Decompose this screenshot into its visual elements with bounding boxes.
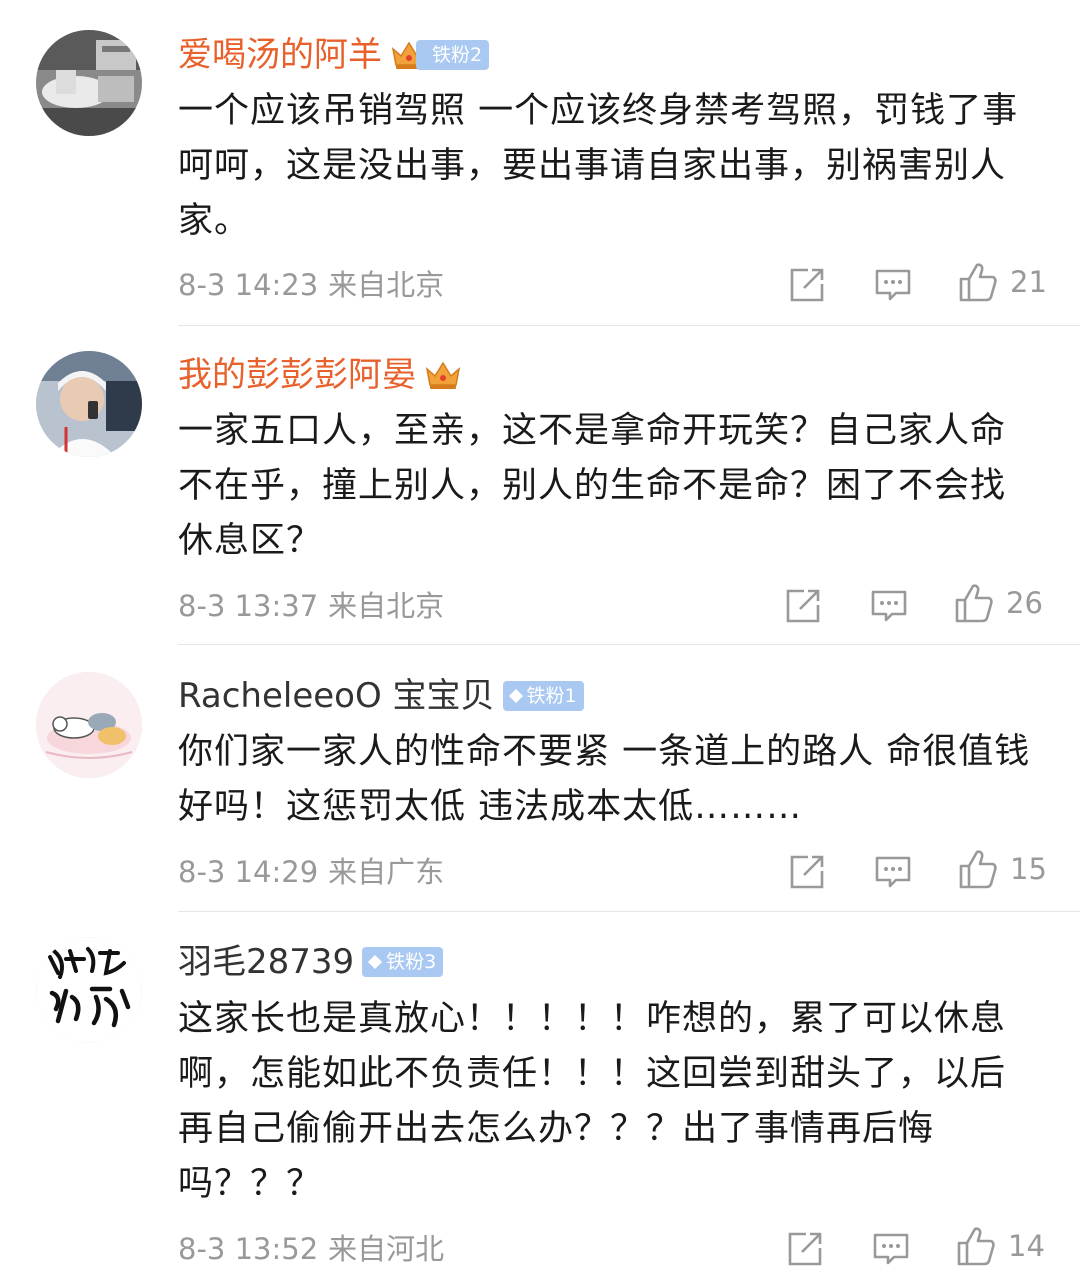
diamond-icon (508, 688, 524, 704)
comment-time: 8-3 13:37 (178, 589, 319, 623)
avatar-sleeping-cats-icon (36, 672, 142, 778)
avatar[interactable] (36, 30, 142, 136)
comment-item: RacheleeoO 宝宝贝 铁粉1 你们家一家人的性命不要紧 一条道上的路人 … (0, 645, 1080, 911)
like-button[interactable]: 21 (958, 262, 1047, 302)
like-count: 15 (1010, 852, 1047, 886)
like-count: 14 (1008, 1229, 1045, 1263)
avatar-calligraphy-icon (36, 937, 142, 1043)
comment-location: 来自北京 (328, 268, 445, 302)
share-button[interactable] (784, 586, 822, 626)
comment-time: 8-3 14:23 (178, 268, 319, 302)
comment-time: 8-3 14:29 (178, 855, 319, 889)
comment-icon (873, 1233, 909, 1265)
comment-location: 来自河北 (328, 1232, 445, 1266)
comment-username[interactable]: 我的彭彭彭阿晏 (178, 351, 416, 399)
comment-icon (871, 590, 907, 622)
comment-username[interactable]: RacheleeoO 宝宝贝 (178, 672, 495, 720)
comment-meta: 8-3 14:23 来自北京 (178, 265, 444, 305)
avatar-grayscale-photo-icon (36, 30, 142, 136)
comment-button[interactable] (872, 1229, 910, 1269)
comment-meta: 8-3 13:52 来自河北 (178, 1229, 444, 1269)
share-icon (786, 589, 820, 623)
like-icon (959, 850, 997, 889)
fan-badge-label: 铁粉2 (432, 44, 483, 66)
avatar-person-on-phone-icon (36, 351, 142, 457)
fan-badge-label: 铁粉3 (386, 951, 437, 973)
like-button[interactable]: 15 (958, 849, 1047, 889)
comment-text: 一个应该吊销驾照 一个应该终身禁考驾照，罚钱了事呵呵，这是没出事，要出事请自家出… (178, 91, 1019, 241)
comment-username[interactable]: 爱喝汤的阿羊 (178, 31, 382, 79)
comment-button[interactable] (874, 265, 912, 305)
comment-location: 来自广东 (328, 855, 445, 889)
fan-badge: 铁粉3 (362, 947, 444, 977)
comment-button[interactable] (870, 586, 908, 626)
comment-icon (875, 269, 911, 301)
share-icon (790, 855, 824, 889)
avatar[interactable] (36, 937, 142, 1043)
comment-list: 爱喝汤的阿羊 铁粉2 一个应该吊销驾照 一个应该终身禁考驾照，罚钱了事呵呵，这是… (0, 0, 1080, 1270)
like-icon (959, 263, 997, 302)
diamond-icon (367, 954, 383, 970)
comment-item: 爱喝汤的阿羊 铁粉2 一个应该吊销驾照 一个应该终身禁考驾照，罚钱了事呵呵，这是… (0, 0, 1080, 325)
comment-meta: 8-3 14:29 来自广东 (178, 852, 444, 892)
avatar[interactable] (36, 672, 142, 778)
comment-time: 8-3 13:52 (178, 1232, 319, 1266)
fan-badge: 铁粉2 (416, 40, 490, 70)
like-icon (955, 584, 993, 623)
share-button[interactable] (788, 265, 826, 305)
share-icon (788, 1232, 822, 1266)
comment-item: 羽毛28739 铁粉3 这家长也是真放心！！！！！咋想的，累了可以休息啊，怎能如… (0, 912, 1080, 1270)
share-button[interactable] (786, 1229, 824, 1269)
comment-text: 这家长也是真放心！！！！！咋想的，累了可以休息啊，怎能如此不负责任！！！这回尝到… (178, 999, 1007, 1204)
fan-badge: 铁粉1 (502, 681, 584, 711)
like-button[interactable]: 14 (956, 1226, 1045, 1266)
comment-text: 你们家一家人的性命不要紧 一条道上的路人 命很值钱好吗！这惩罚太低 违法成本太低… (178, 732, 1031, 827)
comment-username[interactable]: 羽毛28739 (178, 938, 354, 986)
crown-icon (424, 358, 462, 392)
comment-location: 来自北京 (328, 589, 445, 623)
comment-icon (875, 856, 911, 888)
fan-badge-label: 铁粉1 (526, 685, 577, 707)
comment-item: 我的彭彭彭阿晏 一家五口人，至亲，这不是拿命开玩笑？自己家人命不在乎，撞上别人，… (0, 326, 1080, 644)
like-icon (957, 1227, 995, 1266)
share-icon (790, 268, 824, 302)
share-button[interactable] (788, 852, 826, 892)
like-count: 26 (1006, 586, 1043, 620)
like-button[interactable]: 26 (954, 583, 1043, 623)
like-count: 21 (1010, 265, 1047, 299)
comment-meta: 8-3 13:37 来自北京 (178, 586, 444, 626)
comment-button[interactable] (874, 852, 912, 892)
comment-text: 一家五口人，至亲，这不是拿命开玩笑？自己家人命不在乎，撞上别人，别人的生命不是命… (178, 411, 1007, 561)
avatar[interactable] (36, 351, 142, 457)
